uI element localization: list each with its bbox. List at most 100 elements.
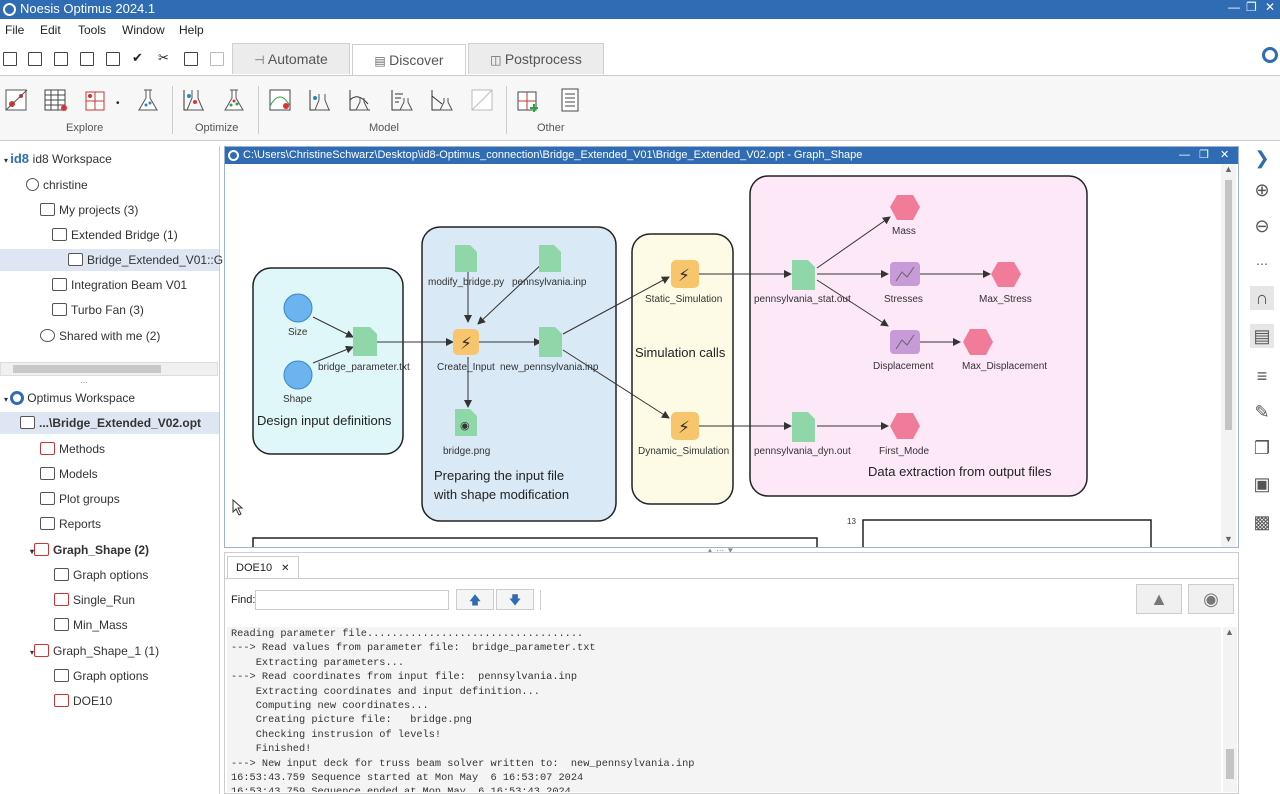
print-icon[interactable] [106,52,120,66]
tree-item-user[interactable]: christine [26,174,88,196]
tree-item-graph-shape-1[interactable]: ▾ Graph_Shape_1 (1) [30,640,159,662]
comment-icon[interactable]: ▤ [1250,324,1274,348]
scroll-up-icon[interactable]: ▲ [1224,164,1233,174]
tab-postprocess[interactable]: ◫ Postprocess [468,43,604,74]
model-icon[interactable] [266,86,294,114]
tree-item-shared[interactable]: Shared with me (2) [40,325,160,347]
tree-item-project[interactable]: ...\Bridge_Extended_V02.opt [0,412,219,434]
tree-item-graph-options-2[interactable]: Graph options [54,665,148,687]
report-icon[interactable] [556,86,584,114]
minimize-icon[interactable]: — [1179,147,1190,164]
zoom-in-icon[interactable]: ⊕ [1250,178,1274,202]
expand-panel-icon[interactable]: ❯ [1250,146,1274,170]
tab-automate[interactable]: ⊣ Automate [232,43,350,74]
node-file-new-penn[interactable] [539,327,562,357]
check-icon[interactable]: ✔ [132,50,146,65]
new-file-icon[interactable] [3,52,17,66]
cut-icon[interactable]: ✂ [158,50,172,65]
node-file-bridge-param[interactable] [353,327,377,356]
tree-item-graph-options-1[interactable]: Graph options [54,564,148,586]
model-bars-icon[interactable] [388,86,416,114]
tree-item-reports[interactable]: Reports [40,513,101,535]
snap-magnet-icon[interactable]: ∩ [1250,286,1274,310]
scatter-matrix-icon[interactable] [82,86,110,114]
splitter-handle[interactable]: ⋯ [80,378,88,387]
node-input-shape[interactable] [283,360,313,390]
find-previous-button[interactable]: 🡅 [456,589,494,610]
add-plot-icon[interactable] [514,86,542,114]
close-icon[interactable]: ✕ [1265,0,1275,14]
scroll-down-icon[interactable]: ▼ [1224,534,1233,544]
menu-window[interactable]: Window [122,23,165,37]
node-file-pennsylvania[interactable] [539,245,561,272]
save-icon[interactable] [54,52,68,66]
table-icon[interactable] [42,86,70,114]
node-file-penn-dyn[interactable] [792,412,815,442]
find-next-button[interactable]: 🡇 [496,589,534,610]
node-input-size[interactable] [283,293,313,323]
close-icon[interactable]: ✕ [1220,147,1229,164]
restore-icon[interactable]: ❐ [1246,0,1257,14]
menu-lines-icon[interactable]: ≡ [1250,364,1274,388]
tree-item-min-mass[interactable]: Min_Mass [54,614,128,636]
model-line-icon[interactable] [346,86,374,114]
menu-edit[interactable]: Edit [40,23,61,37]
doe-icon[interactable] [3,86,31,114]
zoom-out-icon[interactable]: ⊖ [1250,214,1274,238]
copy-icon[interactable] [184,52,198,66]
scroll-up-icon[interactable]: ▲ [1225,627,1234,637]
menu-file[interactable]: File [5,23,24,37]
model-disabled-icon[interactable] [468,86,496,114]
tree-item-extended-bridge[interactable]: Extended Bridge (1) [52,224,178,246]
tab-discover[interactable]: ▤ Discover [352,44,466,76]
tree-item-models[interactable]: Models [40,463,98,485]
tree-item-single-run[interactable]: Single_Run [54,589,135,611]
restore-icon[interactable]: ❐ [1199,147,1209,164]
tree-item-doe10[interactable]: DOE10 [54,690,112,712]
menu-tools[interactable]: Tools [78,23,106,37]
tab-doe10[interactable]: DOE10 ✕ [227,556,299,578]
menu-help[interactable]: Help [179,23,204,37]
log-line: 16:53:43.759 Sequence ended at Mon May 6… [231,785,1221,792]
horizontal-scrollbar[interactable] [0,362,218,376]
model-trend-icon[interactable] [428,86,456,114]
node-file-modify-bridge[interactable] [455,245,477,272]
app-logo-icon [3,3,16,16]
model-fit-icon[interactable] [306,86,334,114]
tree-item-graph-shape[interactable]: ▾ Graph_Shape (2) [30,539,149,561]
tree-label: id8 Workspace [32,152,112,166]
close-tab-icon[interactable]: ✕ [281,563,289,574]
find-input[interactable] [255,590,449,610]
optimize-flask-icon[interactable] [220,86,248,114]
automate-icon: ⊣ [254,53,268,67]
paste-icon[interactable] [210,52,224,66]
node-file-penn-stat[interactable] [792,260,815,290]
save-as-icon[interactable] [80,52,94,66]
copy-layers-icon[interactable]: ❐ [1250,436,1274,460]
hide-panel-icon[interactable]: ▩ [1250,510,1274,534]
node-function-stresses[interactable] [890,262,920,286]
arrange-icon[interactable]: ▣ [1250,472,1274,496]
bolt-icon: ⚡ [678,266,690,286]
tree-item-turbo-fan[interactable]: Turbo Fan (3) [52,299,144,321]
optimize-icon[interactable] [180,86,208,114]
pin-icon[interactable]: ✎ [1250,400,1274,424]
node-function-displacement[interactable] [890,330,920,354]
tree-item-bridge-file[interactable]: Bridge_Extended_V01::G [0,249,223,271]
dropdown-dot-icon[interactable]: • [116,98,120,109]
tree-item-methods[interactable]: Methods [40,438,105,460]
minimize-icon[interactable]: — [1228,0,1240,14]
flask-icon[interactable] [134,86,162,114]
warning-button[interactable]: ▲ [1136,584,1182,614]
tree-item-plot-groups[interactable]: Plot groups [40,488,120,510]
tree-item-optimus-workspace[interactable]: ▾ Optimus Workspace [4,387,135,409]
open-folder-icon[interactable] [28,52,42,66]
grid-dots-icon[interactable]: ⋯ [1250,252,1274,276]
tree-item-integration-beam[interactable]: Integration Beam V01 [52,274,187,296]
tree-item-id8-workspace[interactable]: ▾ id8 id8 Workspace [4,148,112,170]
optimization-icon [54,618,69,631]
stop-button[interactable]: ◉ [1188,584,1234,614]
tree-item-my-projects[interactable]: My projects (3) [40,199,138,221]
canvas-vertical-scrollbar[interactable]: ▲ ▼ [1221,164,1236,547]
log-vertical-scrollbar[interactable]: ▲ [1223,627,1237,792]
